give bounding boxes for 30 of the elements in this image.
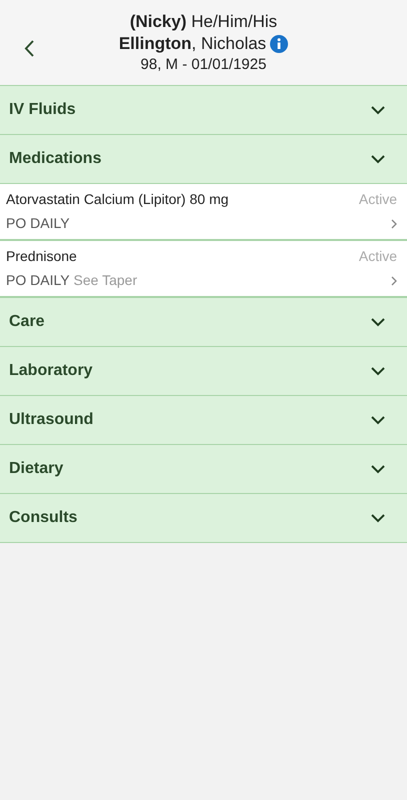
route-text: PO DAILY bbox=[6, 271, 70, 290]
patient-name: Ellington, Nicholas bbox=[118, 32, 266, 54]
chevron-right-icon bbox=[391, 276, 397, 286]
note-text: See Taper bbox=[74, 271, 138, 290]
chevron-down-icon bbox=[371, 154, 385, 164]
chevron-down-icon bbox=[371, 416, 385, 424]
chevron-right-icon bbox=[391, 218, 397, 228]
section-header[interactable]: Laboratory bbox=[0, 347, 407, 396]
section-header[interactable]: Dietary bbox=[0, 445, 407, 494]
section-header[interactable]: Ultrasound bbox=[0, 396, 407, 445]
medication-row[interactable]: Prednisone Active PO DAILY See Taper bbox=[0, 241, 407, 298]
chevron-down-icon bbox=[371, 366, 385, 376]
chevron-down-icon bbox=[371, 514, 385, 522]
chevron-down-icon bbox=[371, 106, 385, 114]
section-header[interactable]: IV Fluids bbox=[0, 86, 407, 135]
medication-row[interactable]: Atorvastatin Calcium (Lipitor) 80 mg Active PO DAILY bbox=[0, 184, 407, 241]
preferred-name: (Nicky) He/Him/His bbox=[130, 10, 278, 32]
chevron-down-icon bbox=[371, 318, 385, 326]
status-text: Active bbox=[358, 247, 397, 266]
section-header[interactable]: Medications bbox=[0, 135, 407, 184]
chevron-down-icon bbox=[371, 464, 385, 474]
info-icon[interactable] bbox=[270, 34, 288, 52]
medication-name: Atorvastatin Calcium (Lipitor) 80 mg bbox=[6, 190, 229, 209]
status-text: Active bbox=[358, 190, 397, 209]
patient-details: 98, M - 01/01/1925 bbox=[140, 54, 266, 74]
section-header[interactable]: Consults bbox=[0, 494, 407, 543]
medication-name: Prednisone bbox=[6, 247, 77, 266]
section-header[interactable]: Care bbox=[0, 298, 407, 347]
back-icon bbox=[24, 40, 34, 57]
route-text: PO DAILY bbox=[6, 214, 70, 233]
